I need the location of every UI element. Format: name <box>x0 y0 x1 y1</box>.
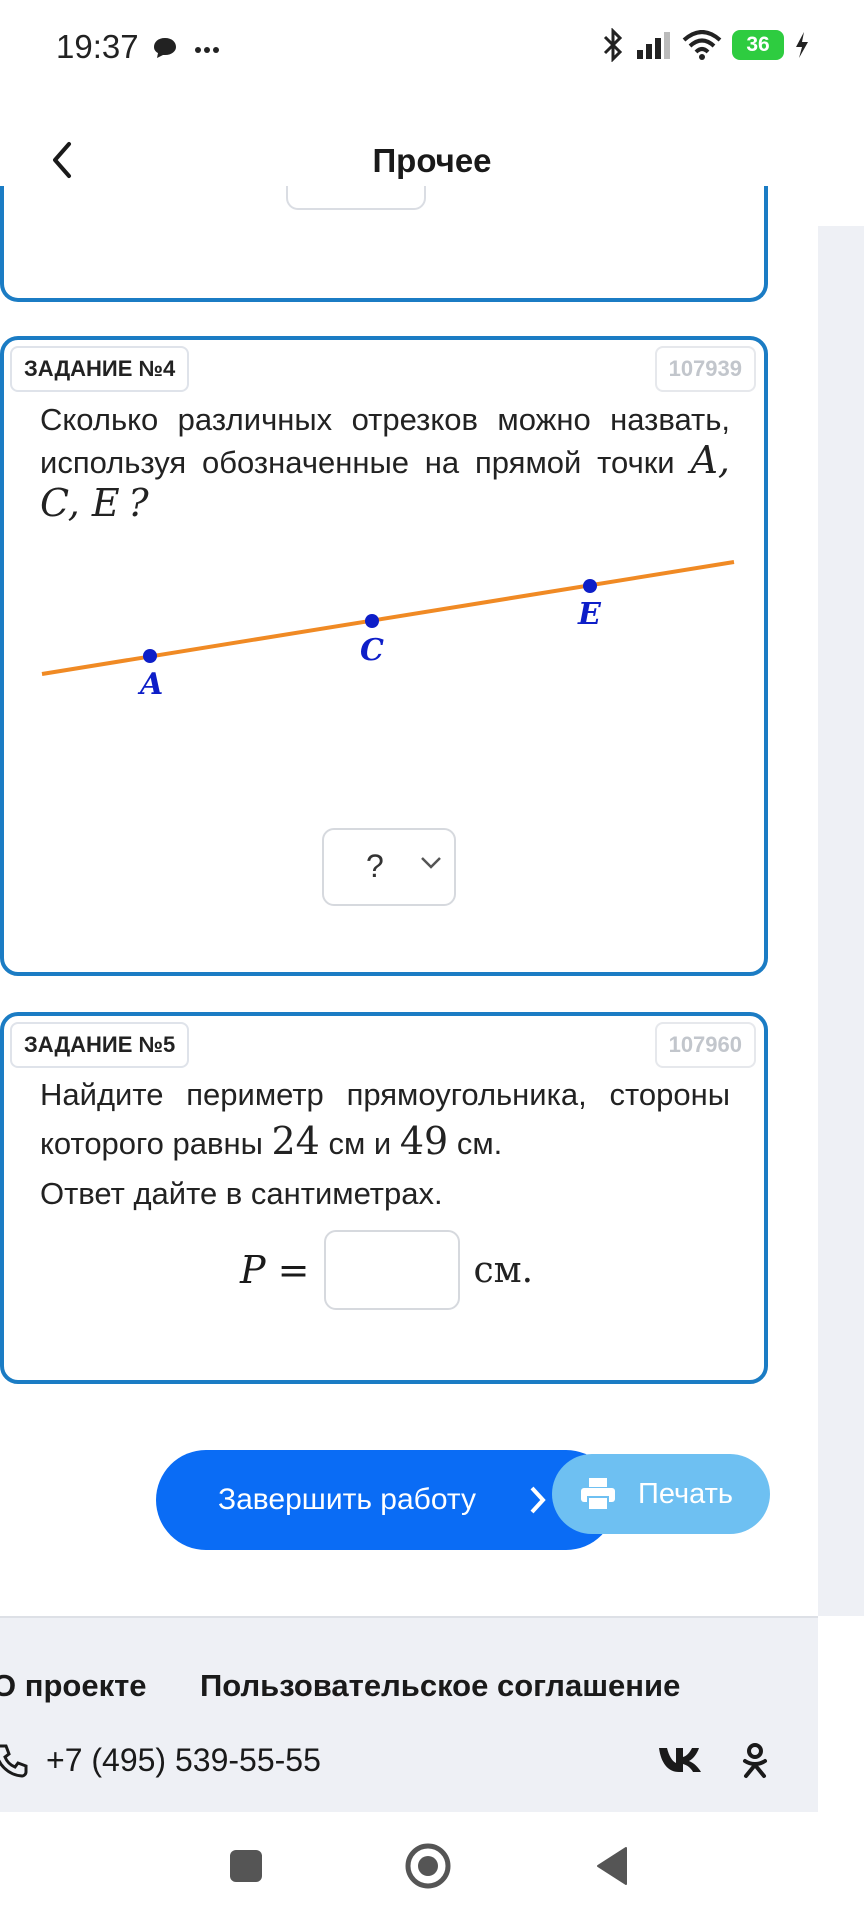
point-c-label: C <box>360 633 384 668</box>
point-e <box>583 579 597 593</box>
answer-select[interactable]: ? <box>322 828 456 906</box>
task-badge: ЗАДАНИЕ №5 <box>10 1022 190 1068</box>
home-circle-icon <box>405 1843 451 1889</box>
answer-select-value: ? <box>366 848 384 884</box>
recents-button[interactable] <box>216 1836 276 1896</box>
more-dots-icon <box>195 47 219 53</box>
formula-label: P = <box>240 1248 310 1292</box>
unit-end: см. <box>456 1126 503 1161</box>
page-title: Прочее <box>372 142 492 179</box>
chevron-right-icon <box>530 1486 546 1514</box>
wifi-icon <box>682 30 722 60</box>
task-card-4: ЗАДАНИЕ №4 107939 Сколько различных отре… <box>0 336 768 976</box>
previous-answer-field[interactable] <box>286 186 426 210</box>
perimeter-input[interactable] <box>323 1230 460 1310</box>
task-card-5: ЗАДАНИЕ №5 107960 Найдите периметр прямо… <box>0 1012 768 1384</box>
phone-link[interactable]: +7 (495) 539-55-55 <box>0 1742 321 1779</box>
question-text: Сколько различных отрезков можно назвать… <box>40 402 730 480</box>
about-link[interactable]: О проекте <box>0 1668 147 1704</box>
point-a <box>143 649 157 663</box>
task-question: Найдите периметр прямоугольника, стороны… <box>40 1072 730 1167</box>
task-instruction: Ответ дайте в сантиметрах. <box>40 1176 443 1211</box>
home-button[interactable] <box>398 1836 458 1896</box>
footer: О проекте Пользовательское соглашение +7… <box>0 1616 818 1814</box>
battery-indicator: 36 <box>732 30 784 60</box>
finish-work-label: Завершить работу <box>218 1483 476 1516</box>
side-b-value: 49 <box>399 1119 449 1163</box>
task-question: Сколько различных отрезков можно назвать… <box>40 400 730 526</box>
status-icons: 36 <box>600 28 810 62</box>
status-bar: 19:37 36 <box>0 0 864 96</box>
triangle-back-icon <box>597 1847 627 1885</box>
point-a-label: A <box>137 667 163 702</box>
system-nav-bar <box>0 1812 864 1920</box>
scroll-gutter <box>818 226 864 1616</box>
phone-number: +7 (495) 539-55-55 <box>46 1742 321 1778</box>
back-nav-button[interactable] <box>582 1836 642 1896</box>
chat-notification-icon <box>154 38 176 58</box>
chevron-down-icon <box>421 857 441 869</box>
side-a-value: 24 <box>271 1119 320 1163</box>
question-mark: ? <box>128 481 149 525</box>
footer-gutter <box>818 1616 864 1812</box>
square-icon <box>230 1850 262 1882</box>
bluetooth-icon <box>603 28 623 62</box>
printer-icon <box>581 1478 615 1511</box>
task-id: 107939 <box>654 346 756 392</box>
line-diagram: A C E <box>41 560 735 702</box>
print-button[interactable]: Печать <box>552 1454 770 1534</box>
vk-icon[interactable] <box>656 1742 710 1776</box>
point-e-label: E <box>577 597 602 632</box>
charging-icon <box>796 32 808 58</box>
unit-mid: см и <box>328 1126 392 1161</box>
task-badge: ЗАДАНИЕ №4 <box>10 346 190 392</box>
user-agreement-link[interactable]: Пользовательское соглашение <box>200 1668 680 1704</box>
status-time: 19:37 <box>56 28 139 65</box>
task-card-previous <box>0 186 768 302</box>
point-c <box>365 614 379 628</box>
answer-row: P = см. <box>240 1228 533 1312</box>
tasks-list: ЗАДАНИЕ №4 107939 Сколько различных отре… <box>0 186 818 1616</box>
answer-unit: см. <box>473 1249 534 1291</box>
phone-icon <box>0 1744 28 1778</box>
print-label: Печать <box>638 1477 734 1510</box>
task-id: 107960 <box>654 1022 756 1068</box>
signal-icon <box>637 32 670 59</box>
odnoklassniki-icon[interactable] <box>740 1742 770 1780</box>
